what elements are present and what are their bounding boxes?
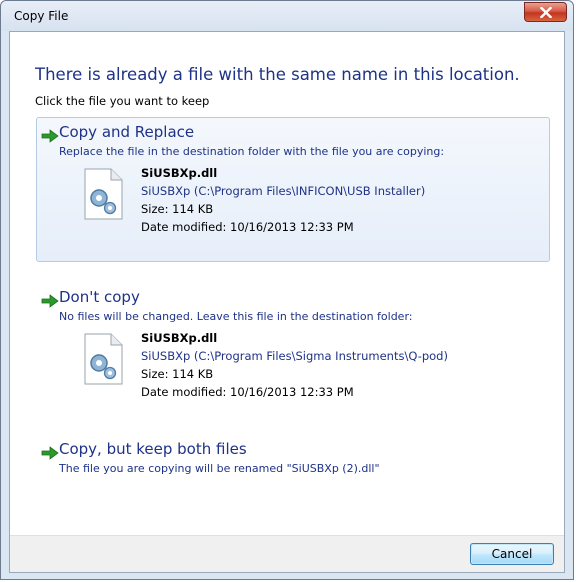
file-date-modified: Date modified: 10/16/2013 12:33 PM: [141, 385, 354, 399]
dialog-subheading: Click the file you want to keep: [35, 94, 210, 108]
copy-file-dialog: Copy File There is already a file with t…: [0, 0, 574, 580]
file-size: Size: 114 KB: [141, 367, 214, 381]
option-description: No files will be changed. Leave this fil…: [59, 310, 413, 323]
file-date-modified: Date modified: 10/16/2013 12:33 PM: [141, 220, 354, 234]
dialog-footer: Cancel: [10, 535, 564, 572]
file-size: Size: 114 KB: [141, 202, 214, 216]
file-name: SiUSBXp.dll: [141, 166, 218, 180]
green-arrow-icon: [41, 129, 59, 143]
dialog-body: There is already a file with the same na…: [9, 31, 565, 573]
option-description: The file you are copying will be renamed…: [59, 462, 380, 475]
option-title: Don't copy: [59, 288, 140, 306]
green-arrow-icon: [41, 446, 59, 460]
cancel-button[interactable]: Cancel: [470, 543, 554, 565]
dll-file-icon: [84, 333, 123, 385]
dll-file-icon: [84, 168, 123, 220]
option-title: Copy, but keep both files: [59, 440, 247, 458]
option-dont-copy[interactable]: Don't copy No files will be changed. Lea…: [36, 282, 550, 417]
title-bar[interactable]: Copy File: [1, 1, 573, 31]
window-title: Copy File: [14, 9, 69, 23]
option-keep-both-files[interactable]: Copy, but keep both files The file you a…: [36, 434, 550, 484]
close-button[interactable]: [524, 2, 567, 22]
dialog-heading: There is already a file with the same na…: [35, 65, 520, 84]
option-description: Replace the file in the destination fold…: [59, 145, 445, 158]
green-arrow-icon: [41, 294, 59, 308]
file-path: SiUSBXp (C:\Program Files\Sigma Instrume…: [141, 349, 448, 363]
file-path: SiUSBXp (C:\Program Files\INFICON\USB In…: [141, 184, 426, 198]
option-title: Copy and Replace: [59, 123, 195, 141]
file-name: SiUSBXp.dll: [141, 331, 218, 345]
close-icon: [539, 6, 552, 18]
option-copy-and-replace[interactable]: Copy and Replace Replace the file in the…: [36, 117, 550, 262]
